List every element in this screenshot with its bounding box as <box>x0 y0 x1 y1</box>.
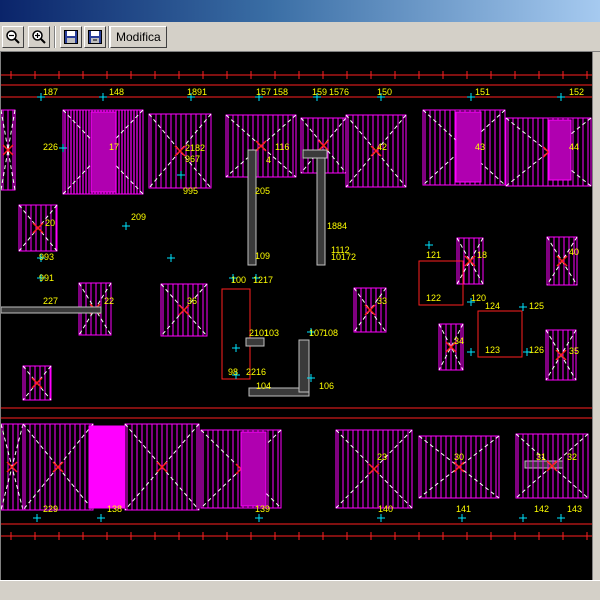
hatched-wall <box>298 339 310 393</box>
drawing-canvas[interactable]: 187 148 1891 157 158 159 1576 150 151 152 229 138 13… <box>0 52 593 580</box>
window-title-bar <box>0 0 600 22</box>
hatched-wall <box>316 149 326 266</box>
node-label: 109 <box>255 251 270 261</box>
room-label: 33 <box>377 296 387 306</box>
node-label: 106 <box>319 381 334 391</box>
room-label: 35 <box>569 346 579 356</box>
toolbar-separator <box>54 26 56 48</box>
node-label: 125 <box>529 301 544 311</box>
dimension-label: 1891 <box>187 87 207 97</box>
panel-fill <box>90 111 117 193</box>
room-label: 18 <box>477 250 487 260</box>
node-label: 205 <box>255 186 270 196</box>
dimension-label: 159 <box>312 87 327 97</box>
room-label: 36 <box>187 296 197 306</box>
node-label: 1217 <box>253 275 273 285</box>
floor-plan-drawing: 187 148 1891 157 158 159 1576 150 151 152 229 138 13… <box>1 71 593 540</box>
dimension-label: 148 <box>109 87 124 97</box>
node-label: 227 <box>43 296 58 306</box>
room-label: 4 <box>266 155 271 165</box>
node-label: 2216 <box>246 367 266 377</box>
status-bar <box>0 580 600 600</box>
node-label: 10172 <box>331 252 356 262</box>
hatched-wall <box>247 149 257 266</box>
node-label: 122 <box>426 293 441 303</box>
hatched-wall <box>1 306 102 314</box>
hatched-wall <box>524 460 564 469</box>
room-label: 17 <box>109 142 119 152</box>
magnifier-icon <box>5 29 21 45</box>
node-label: 121 <box>426 250 441 260</box>
node-label: 991 <box>39 273 54 283</box>
room-label: 42 <box>377 142 387 152</box>
dimension-label: 138 <box>107 504 122 514</box>
node-label: 120 <box>471 293 486 303</box>
node-label: 104 <box>256 381 271 391</box>
dimension-label: 1576 <box>329 87 349 97</box>
node-label: 40 <box>569 247 579 257</box>
node-label: 1884 <box>327 221 347 231</box>
vertical-scrollbar[interactable] <box>592 52 600 580</box>
node-label: 116 <box>275 142 289 152</box>
dimension-label: 151 <box>475 87 490 97</box>
room-label: 23 <box>377 452 387 462</box>
room-label: 34 <box>454 336 464 346</box>
zoom-out-button[interactable] <box>2 26 24 48</box>
panel-fill <box>548 119 572 181</box>
dimension-label: 157 <box>256 87 271 97</box>
node-label: 967 <box>185 154 200 164</box>
hatched-wall <box>245 337 265 347</box>
zoom-in-button[interactable] <box>28 26 50 48</box>
dimension-label: 141 <box>456 504 471 514</box>
node-label: 98 <box>228 367 238 377</box>
save-as-button[interactable] <box>84 26 106 48</box>
dimension-label: 187 <box>43 87 58 97</box>
dimension-label: 140 <box>378 504 393 514</box>
dimension-label: 150 <box>377 87 392 97</box>
room-label: 32 <box>567 452 577 462</box>
dimension-label: 142 <box>534 504 549 514</box>
room-label: 30 <box>454 452 464 462</box>
node-label: 2182 <box>185 143 205 153</box>
save-button[interactable] <box>60 26 82 48</box>
toolbar: Modifica <box>0 22 600 52</box>
room-label: 44 <box>569 142 579 152</box>
dimension-label: 152 <box>569 87 584 97</box>
node-label: 226 <box>43 142 58 152</box>
floppy-disk-icon <box>63 29 79 45</box>
room-label: 43 <box>475 142 485 152</box>
room-outline <box>221 288 251 380</box>
node-label: 100 <box>231 275 246 285</box>
node-label: 209 <box>131 212 146 222</box>
floppy-disk-icon <box>87 29 103 45</box>
node-label: 123 <box>485 345 500 355</box>
hatched-wall <box>302 149 328 159</box>
node-label: 124 <box>485 301 500 311</box>
node-label: 108 <box>323 328 338 338</box>
panel-fill <box>88 425 126 509</box>
node-label: 993 <box>39 252 54 262</box>
dimension-label: 143 <box>567 504 582 514</box>
room-label: 31 <box>536 452 546 462</box>
node-label: 126 <box>529 345 544 355</box>
dimension-label: 229 <box>43 504 58 514</box>
room-label: 22 <box>104 296 114 306</box>
magnifier-plus-icon <box>31 29 47 45</box>
node-label: 995 <box>183 186 198 196</box>
room-label: 20 <box>45 218 55 228</box>
node-label: 107 <box>309 328 324 338</box>
dimension-label: 139 <box>255 504 270 514</box>
dimension-label: 158 <box>273 87 288 97</box>
modifica-button[interactable]: Modifica <box>110 26 167 48</box>
panel-fill <box>240 431 267 507</box>
node-label: 103 <box>264 328 279 338</box>
